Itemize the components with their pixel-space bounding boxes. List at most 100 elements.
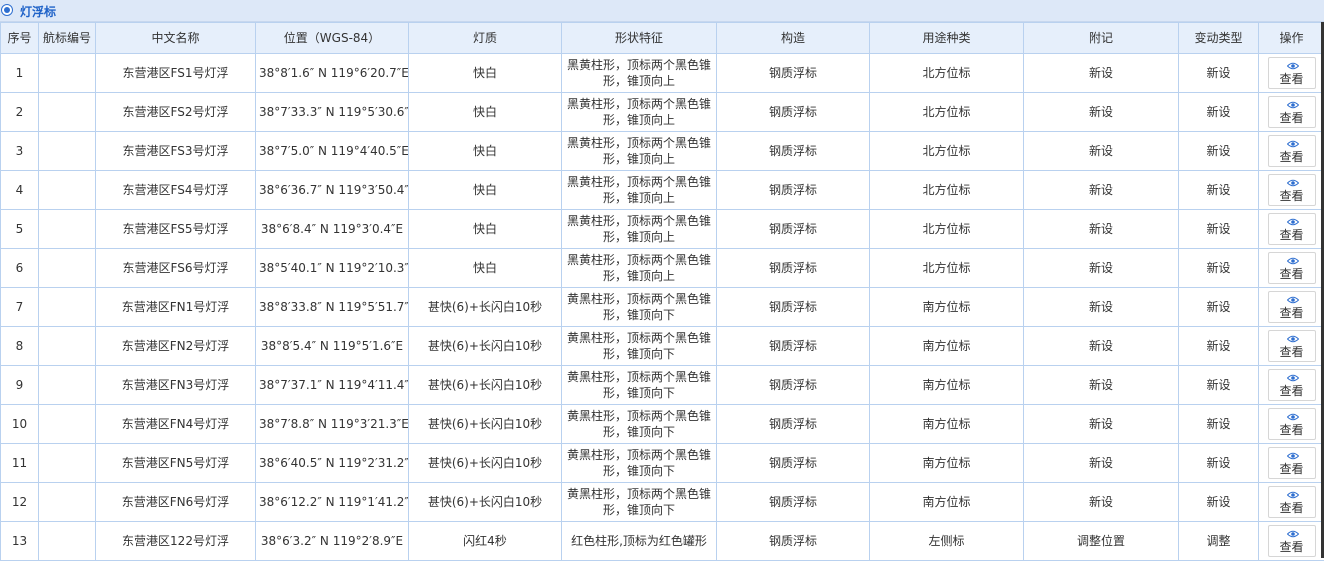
view-button[interactable]: 查看	[1268, 252, 1316, 284]
eye-icon	[1287, 335, 1299, 343]
section-title: 灯浮标	[20, 3, 56, 20]
cell-light: 快白	[409, 93, 562, 132]
column-header-position: 位置（WGS-84）	[256, 23, 409, 54]
cell-usage: 北方位标	[870, 210, 1024, 249]
view-button-label: 查看	[1269, 384, 1315, 399]
cell-change: 新设	[1179, 210, 1259, 249]
cell-name: 东营港区FN3号灯浮	[96, 366, 256, 405]
view-button[interactable]: 查看	[1268, 291, 1316, 323]
cell-name: 东营港区FS1号灯浮	[96, 54, 256, 93]
view-button-label: 查看	[1269, 150, 1315, 165]
cell-structure: 钢质浮标	[717, 327, 870, 366]
view-button[interactable]: 查看	[1268, 447, 1316, 479]
cell-action: 查看	[1259, 327, 1324, 366]
cell-change: 新设	[1179, 405, 1259, 444]
cell-action: 查看	[1259, 132, 1324, 171]
cell-light: 快白	[409, 171, 562, 210]
cell-note: 新设	[1024, 405, 1179, 444]
view-button-label: 查看	[1269, 267, 1315, 282]
view-button[interactable]: 查看	[1268, 330, 1316, 362]
cell-usage: 南方位标	[870, 366, 1024, 405]
cell-seq: 5	[1, 210, 39, 249]
column-header-note: 附记	[1024, 23, 1179, 54]
cell-light: 甚快(6)+长闪白10秒	[409, 483, 562, 522]
view-button[interactable]: 查看	[1268, 96, 1316, 128]
cell-usage: 北方位标	[870, 54, 1024, 93]
table-row: 4 东营港区FS4号灯浮38°6′36.7″ N 119°3′50.4″E快白黑黄…	[1, 171, 1324, 210]
eye-icon	[1287, 530, 1299, 538]
cell-note: 新设	[1024, 327, 1179, 366]
cell-usage: 左侧标	[870, 522, 1024, 561]
cell-action: 查看	[1259, 210, 1324, 249]
cell-change: 新设	[1179, 327, 1259, 366]
view-button-label: 查看	[1269, 345, 1315, 360]
cell-change: 新设	[1179, 483, 1259, 522]
cell-usage: 北方位标	[870, 132, 1024, 171]
view-button[interactable]: 查看	[1268, 174, 1316, 206]
cell-light: 快白	[409, 54, 562, 93]
eye-icon	[1287, 140, 1299, 148]
cell-position: 38°8′33.8″ N 119°5′51.7″E	[256, 288, 409, 327]
cell-shape: 黄黑柱形，顶标两个黑色锥形，锥顶向下	[562, 444, 717, 483]
cell-shape: 黑黄柱形，顶标两个黑色锥形，锥顶向上	[562, 93, 717, 132]
cell-position: 38°6′40.5″ N 119°2′31.2″E	[256, 444, 409, 483]
view-button[interactable]: 查看	[1268, 525, 1316, 557]
cell-change: 新设	[1179, 288, 1259, 327]
view-button[interactable]: 查看	[1268, 57, 1316, 89]
cell-action: 查看	[1259, 93, 1324, 132]
cell-code	[39, 132, 96, 171]
column-header-shape: 形状特征	[562, 23, 717, 54]
cell-code	[39, 366, 96, 405]
radio-selected-icon[interactable]	[1, 4, 13, 16]
cell-seq: 12	[1, 483, 39, 522]
cell-change: 新设	[1179, 366, 1259, 405]
cell-seq: 7	[1, 288, 39, 327]
cell-change: 新设	[1179, 444, 1259, 483]
cell-structure: 钢质浮标	[717, 405, 870, 444]
cell-shape: 黑黄柱形，顶标两个黑色锥形，锥顶向上	[562, 54, 717, 93]
cell-light: 甚快(6)+长闪白10秒	[409, 366, 562, 405]
cell-position: 38°5′40.1″ N 119°2′10.3″E	[256, 249, 409, 288]
eye-icon	[1287, 296, 1299, 304]
table-row: 12东营港区FN6号灯浮38°6′12.2″ N 119°1′41.2″E甚快(…	[1, 483, 1324, 522]
cell-name: 东营港区FN2号灯浮	[96, 327, 256, 366]
cell-code	[39, 249, 96, 288]
cell-seq: 1	[1, 54, 39, 93]
cell-name: 东营港区FN6号灯浮	[96, 483, 256, 522]
cell-seq: 9	[1, 366, 39, 405]
cell-structure: 钢质浮标	[717, 171, 870, 210]
view-button[interactable]: 查看	[1268, 369, 1316, 401]
view-button[interactable]: 查看	[1268, 135, 1316, 167]
cell-note: 新设	[1024, 171, 1179, 210]
cell-action: 查看	[1259, 54, 1324, 93]
cell-code	[39, 405, 96, 444]
view-button[interactable]: 查看	[1268, 408, 1316, 440]
cell-seq: 4	[1, 171, 39, 210]
cell-usage: 北方位标	[870, 171, 1024, 210]
view-button-label: 查看	[1269, 72, 1315, 87]
cell-code	[39, 444, 96, 483]
cell-change: 调整	[1179, 522, 1259, 561]
cell-position: 38°7′5.0″ N 119°4′40.5″E	[256, 132, 409, 171]
cell-position: 38°6′8.4″ N 119°3′0.4″E	[256, 210, 409, 249]
eye-icon	[1287, 218, 1299, 226]
cell-position: 38°7′8.8″ N 119°3′21.3″E	[256, 405, 409, 444]
cell-name: 东营港区FS2号灯浮	[96, 93, 256, 132]
cell-note: 新设	[1024, 93, 1179, 132]
view-button[interactable]: 查看	[1268, 486, 1316, 518]
view-button[interactable]: 查看	[1268, 213, 1316, 245]
cell-position: 38°6′36.7″ N 119°3′50.4″E	[256, 171, 409, 210]
cell-light: 甚快(6)+长闪白10秒	[409, 405, 562, 444]
cell-note: 新设	[1024, 444, 1179, 483]
cell-code	[39, 210, 96, 249]
cell-change: 新设	[1179, 171, 1259, 210]
cell-action: 查看	[1259, 444, 1324, 483]
cell-position: 38°7′37.1″ N 119°4′11.4″E	[256, 366, 409, 405]
cell-name: 东营港区FS4号灯浮	[96, 171, 256, 210]
cell-shape: 黑黄柱形，顶标两个黑色锥形，锥顶向上	[562, 171, 717, 210]
cell-structure: 钢质浮标	[717, 444, 870, 483]
cell-name: 东营港区FS3号灯浮	[96, 132, 256, 171]
cell-usage: 南方位标	[870, 327, 1024, 366]
cell-seq: 11	[1, 444, 39, 483]
cell-code	[39, 327, 96, 366]
